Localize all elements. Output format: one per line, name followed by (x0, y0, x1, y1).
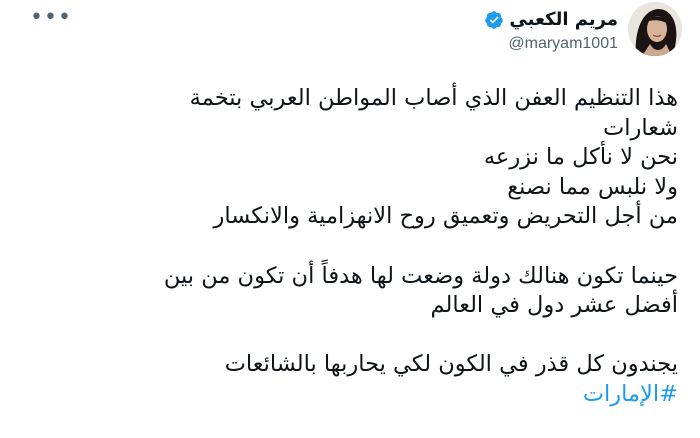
tweet-text: هذا التنظيم العفن الذي أصاب المواطن العر… (38, 84, 678, 410)
tweet-line: أفضل عشر دول في العالم (430, 292, 678, 319)
author-name-row: مريم الكعبي (484, 8, 618, 32)
tweet-line: حينما تكون هنالك دولة وضعت لها هدفاً أن … (163, 262, 678, 289)
tweet-line: يجندون كل قذر في الكون لكي يحاربها بالشا… (224, 351, 678, 378)
avatar-photo (628, 2, 682, 56)
hashtag-link[interactable]: #الإمارات (583, 381, 678, 407)
tweet-line: شعارات (603, 114, 678, 141)
tweet-line: ولا نلبس مما نصنع (507, 173, 678, 200)
tweet-line: هذا التنظيم العفن الذي أصاب المواطن العر… (189, 85, 678, 111)
author-display-name[interactable]: مريم الكعبي (509, 8, 618, 32)
verified-badge-icon (484, 10, 504, 30)
author-handle[interactable]: @maryam1001 (508, 34, 618, 54)
hashtag-line: #الإمارات (38, 380, 678, 410)
tweet-line: نحن لا نأكل ما نزرعه (483, 144, 678, 171)
avatar[interactable] (628, 2, 682, 56)
tweet-line: من أجل التحريض وتعميق روح الانهزامية وال… (213, 203, 678, 230)
more-options-button[interactable]: ••• (30, 7, 72, 29)
tweet-card: ••• مريم الكعبي @maryam1001 هذا التنظيم … (0, 0, 700, 438)
